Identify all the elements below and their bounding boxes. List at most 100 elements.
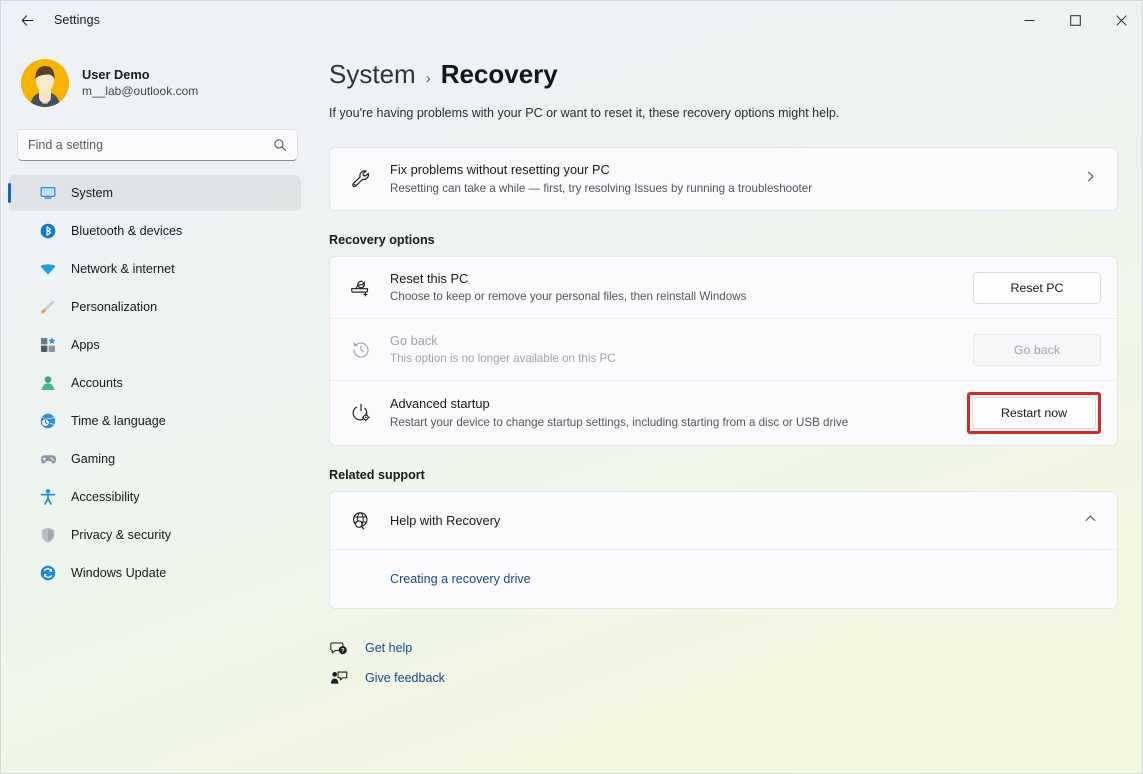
wrench-icon	[346, 168, 376, 190]
sidebar-item-bluetooth-devices[interactable]: Bluetooth & devices	[9, 213, 301, 249]
minimize-icon	[1024, 19, 1034, 21]
bluetooth-icon	[39, 222, 57, 240]
sidebar-item-label: Privacy & security	[71, 528, 172, 542]
get-help-link[interactable]: ? Get help	[329, 633, 420, 663]
sidebar-item-label: Accessibility	[71, 490, 140, 504]
chevron-right-icon	[1084, 170, 1097, 188]
sidebar-item-accounts[interactable]: Accounts	[9, 365, 301, 401]
recovery-row-subtitle: This option is no longer available on th…	[390, 352, 616, 366]
sidebar: User Demo m__lab@outlook.com Find a sett…	[1, 39, 313, 773]
fix-problems-subtitle: Resetting can take a while — first, try …	[390, 181, 813, 195]
reset-pc-button[interactable]: Reset PC	[973, 271, 1101, 304]
paintbrush-icon	[39, 298, 57, 316]
history-clock-icon	[346, 339, 376, 361]
reset-pc-text: Reset this PC Choose to keep or remove y…	[390, 270, 973, 306]
maximize-button[interactable]	[1052, 1, 1098, 39]
give-feedback-label: Give feedback	[365, 671, 445, 685]
shield-icon	[39, 526, 57, 544]
sidebar-item-label: Gaming	[71, 452, 116, 466]
back-button[interactable]	[10, 5, 44, 35]
wifi-icon	[39, 260, 57, 278]
get-help-label: Get help	[365, 641, 413, 655]
breadcrumb: System › Recovery	[329, 59, 1142, 90]
related-support-heading: Related support	[329, 468, 425, 482]
search-input[interactable]	[28, 138, 273, 152]
advanced-startup-text: Advanced startup Restart your device to …	[390, 395, 967, 431]
feedback-icon	[329, 668, 349, 688]
back-arrow-icon	[21, 14, 33, 26]
sidebar-item-label: Apps	[71, 338, 100, 352]
recovery-row-reset-this-pc: Reset this PC Choose to keep or remove y…	[330, 257, 1117, 319]
reset-pc-icon	[346, 277, 376, 299]
go-back-button: Go back	[973, 333, 1101, 366]
svg-text:?: ?	[341, 649, 345, 655]
fix-problems-card[interactable]: Fix problems without resetting your PC R…	[329, 147, 1118, 211]
sidebar-item-accessibility[interactable]: Accessibility	[9, 479, 301, 515]
recovery-options-group: Reset this PC Choose to keep or remove y…	[329, 256, 1118, 446]
clock-globe-icon	[39, 412, 57, 430]
sidebar-item-label: Windows Update	[71, 566, 167, 580]
breadcrumb-parent[interactable]: System	[329, 59, 416, 90]
fix-problems-title: Fix problems without resetting your PC	[390, 162, 610, 178]
close-button[interactable]	[1098, 1, 1142, 39]
give-feedback-link[interactable]: Give feedback	[329, 663, 453, 693]
sidebar-item-label: Bluetooth & devices	[71, 224, 183, 238]
main-content: System › Recovery If you're having probl…	[313, 39, 1142, 773]
help-with-recovery-title: Help with Recovery	[390, 513, 501, 528]
app-title: Settings	[54, 13, 100, 27]
minimize-button[interactable]	[1006, 1, 1052, 39]
sidebar-item-system[interactable]: System	[8, 175, 301, 211]
chevron-up-icon	[1084, 512, 1097, 530]
search-box[interactable]	[17, 129, 298, 161]
sidebar-item-label: Personalization	[71, 300, 158, 314]
fix-problems-text: Fix problems without resetting your PC R…	[390, 161, 1084, 197]
close-icon	[1115, 14, 1127, 26]
sidebar-item-privacy-security[interactable]: Privacy & security	[9, 517, 301, 553]
sidebar-item-label: Network & internet	[71, 262, 175, 276]
profile-text: User Demo m__lab@outlook.com	[82, 67, 198, 100]
creating-a-recovery-drive-link[interactable]: Creating a recovery drive	[390, 572, 531, 586]
globe-search-icon	[346, 510, 376, 532]
sidebar-item-gaming[interactable]: Gaming	[9, 441, 301, 477]
help-with-recovery-header[interactable]: Help with Recovery	[330, 492, 1117, 550]
page-description: If you're having problems with your PC o…	[329, 106, 840, 120]
sidebar-item-windows-update[interactable]: Windows Update	[9, 555, 301, 591]
profile-card[interactable]: User Demo m__lab@outlook.com	[17, 53, 297, 113]
help-question-icon: ?	[329, 638, 349, 658]
recovery-row-title: Advanced startup	[390, 396, 490, 412]
apps-grid-icon	[39, 336, 57, 354]
page-title: Recovery	[440, 59, 558, 89]
recovery-row-advanced-startup: Advanced startup Restart your device to …	[330, 381, 1117, 445]
sidebar-item-label: Accounts	[71, 376, 123, 390]
sidebar-item-time-language[interactable]: Time & language	[9, 403, 301, 439]
monitor-icon	[39, 184, 57, 202]
recovery-row-title: Reset this PC	[390, 270, 469, 286]
profile-email: m__lab@outlook.com	[82, 84, 199, 98]
accessibility-person-icon	[39, 488, 57, 506]
update-refresh-icon	[39, 564, 57, 582]
person-icon	[39, 374, 57, 392]
user-avatar-illustration	[21, 59, 69, 107]
title-bar: Settings	[1, 1, 1142, 39]
help-with-recovery-body: Creating a recovery drive	[330, 550, 1117, 608]
restart-now-button[interactable]: Restart now	[972, 397, 1096, 429]
maximize-icon	[1069, 14, 1081, 26]
avatar	[21, 59, 69, 107]
settings-window: Settings User Demo m__lab@outlook.com Fi…	[0, 0, 1143, 774]
sidebar-item-apps[interactable]: Apps	[9, 327, 301, 363]
gamepad-icon	[39, 450, 57, 468]
power-gear-icon	[346, 402, 376, 424]
go-back-text: Go back This option is no longer availab…	[390, 332, 973, 368]
search-icon	[274, 139, 286, 151]
recovery-row-subtitle: Choose to keep or remove your personal f…	[390, 290, 747, 304]
recovery-row-title: Go back	[390, 332, 438, 348]
recovery-row-subtitle: Restart your device to change startup se…	[390, 415, 849, 429]
restart-now-highlight: Restart now	[967, 392, 1101, 434]
sidebar-item-personalization[interactable]: Personalization	[9, 289, 301, 325]
sidebar-item-network-internet[interactable]: Network & internet	[9, 251, 301, 287]
footer-links: ? Get help Give feedback	[329, 633, 1142, 693]
sidebar-item-label: Time & language	[71, 414, 166, 428]
breadcrumb-separator: ›	[425, 70, 431, 87]
related-support-group: Help with Recovery Creating a recovery d…	[329, 491, 1118, 609]
sidebar-item-label: System	[71, 186, 113, 200]
